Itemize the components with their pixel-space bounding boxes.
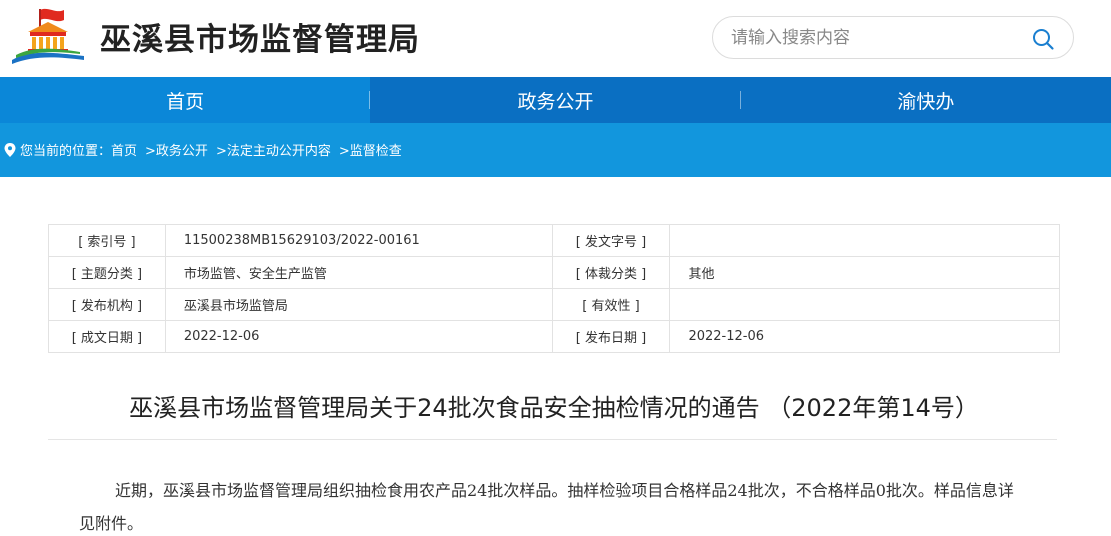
table-row: [ 发布机构 ] 巫溪县市场监管局 [ 有效性 ]	[48, 288, 1060, 321]
document-info-table: [ 索引号 ] 11500238MB15629103/2022-00161 [ …	[48, 224, 1060, 353]
info-value-publish-date: 2022-12-06	[669, 320, 1060, 353]
info-label-genre-category: [ 体裁分类 ]	[551, 256, 671, 289]
info-label-document-number: [ 发文字号 ]	[551, 224, 671, 257]
info-value-publishing-agency: 巫溪县市场监管局	[164, 288, 553, 321]
breadcrumb-link-supervision-inspection[interactable]: >监督检查	[339, 140, 402, 159]
info-value-index-number: 11500238MB15629103/2022-00161	[164, 224, 553, 257]
article-body: 近期，巫溪县市场监督管理局组织抽检食用农产品24批次样品。抽样检验项目合格样品2…	[79, 481, 1014, 533]
search-icon[interactable]	[1031, 27, 1055, 51]
title-divider	[48, 439, 1057, 440]
article-title: 巫溪县市场监督管理局关于24批次食品安全抽检情况的通告 （2022年第14号）	[129, 394, 979, 422]
search-box	[712, 16, 1074, 59]
info-label-publishing-agency: [ 发布机构 ]	[48, 288, 166, 321]
breadcrumb-prefix: 您当前的位置：	[20, 144, 112, 159]
breadcrumb: 您当前的位置： 首页 >政务公开 >法定主动公开内容 >监督检查	[4, 140, 402, 159]
table-row: [ 索引号 ] 11500238MB15629103/2022-00161 [ …	[48, 224, 1060, 257]
search-input[interactable]	[731, 24, 1021, 52]
nav-item-government-affairs[interactable]: 政务公开	[370, 77, 741, 123]
nav-item-home[interactable]: 首页	[0, 77, 371, 123]
government-building-emblem-icon[interactable]	[10, 6, 86, 66]
breadcrumb-band: 您当前的位置： 首页 >政务公开 >法定主动公开内容 >监督检查	[0, 123, 1111, 177]
info-label-creation-date: [ 成文日期 ]	[48, 320, 166, 353]
info-label-topic-category: [ 主题分类 ]	[48, 256, 166, 289]
main-nav: 首页 政务公开 渝快办	[0, 77, 1111, 123]
site-header: 巫溪县市场监督管理局	[0, 0, 1111, 77]
site-title: 巫溪县市场监督管理局	[100, 22, 420, 58]
info-value-validity	[669, 288, 1060, 321]
breadcrumb-link-government-affairs[interactable]: >政务公开	[145, 140, 208, 159]
info-label-validity: [ 有效性 ]	[551, 288, 671, 321]
info-label-index-number: [ 索引号 ]	[48, 224, 166, 257]
info-value-document-number	[669, 224, 1060, 257]
info-value-creation-date: 2022-12-06	[164, 320, 553, 353]
info-value-genre-category: 其他	[669, 256, 1060, 289]
info-label-publish-date: [ 发布日期 ]	[551, 320, 671, 353]
table-row: [ 主题分类 ] 市场监管、安全生产监管 [ 体裁分类 ] 其他	[48, 256, 1060, 289]
nav-item-yukuaiban[interactable]: 渝快办	[741, 77, 1111, 123]
nav-item-label: 渝快办	[897, 90, 955, 113]
info-value-topic-category: 市场监管、安全生产监管	[164, 256, 553, 289]
breadcrumb-link-statutory-disclosure[interactable]: >法定主动公开内容	[216, 140, 331, 159]
nav-item-label: 首页	[166, 90, 205, 113]
location-pin-icon	[4, 142, 16, 157]
nav-item-label: 政务公开	[517, 90, 594, 113]
table-row: [ 成文日期 ] 2022-12-06 [ 发布日期 ] 2022-12-06	[48, 320, 1060, 353]
breadcrumb-link-home[interactable]: 首页	[111, 140, 137, 159]
